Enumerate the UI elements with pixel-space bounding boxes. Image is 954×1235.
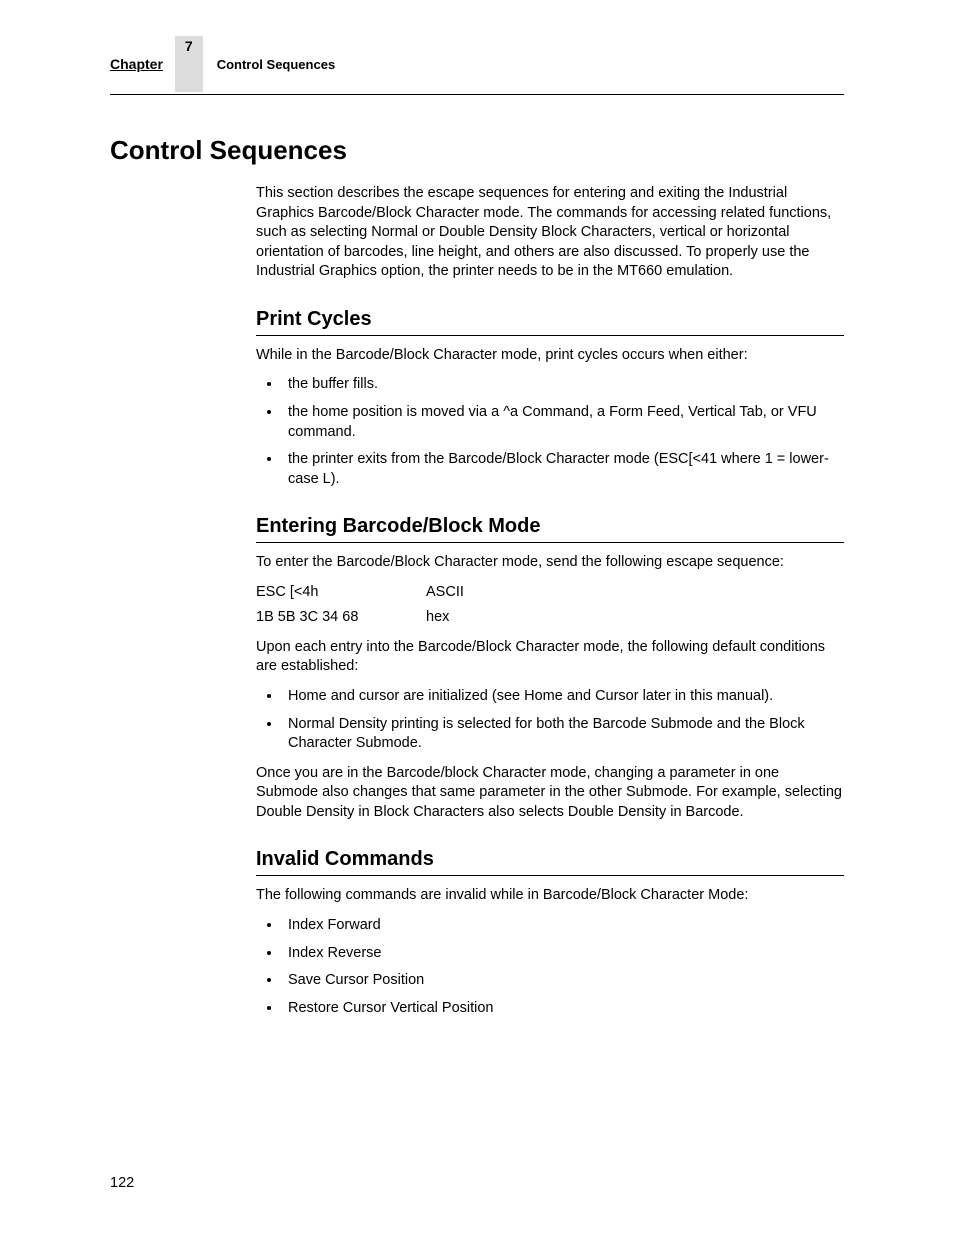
chapter-number-box: 7 <box>175 36 203 92</box>
section-title: Control Sequences <box>110 135 844 166</box>
seq-ascii-code: ESC [<4h <box>256 583 426 603</box>
entering-heading: Entering Barcode/Block Mode <box>256 513 844 543</box>
running-head: Chapter 7 Control Sequences <box>110 36 844 95</box>
entering-after: Upon each entry into the Barcode/Block C… <box>256 638 844 677</box>
print-cycles-heading: Print Cycles <box>256 306 844 336</box>
content: Control Sequences This section describes… <box>110 101 844 1018</box>
invalid-heading: Invalid Commands <box>256 846 844 876</box>
list-item: Index Forward <box>282 916 844 936</box>
invalid-lead: The following commands are invalid while… <box>256 886 844 906</box>
print-cycles-lead: While in the Barcode/Block Character mod… <box>256 346 844 366</box>
intro-paragraph: This section describes the escape sequen… <box>256 184 844 282</box>
list-item: the home position is moved via a ^a Comm… <box>282 403 844 442</box>
list-item: Save Cursor Position <box>282 971 844 991</box>
list-item: the printer exits from the Barcode/Block… <box>282 450 844 489</box>
seq-hex-code: 1B 5B 3C 34 68 <box>256 608 426 628</box>
table-row: ESC [<4h ASCII <box>256 583 844 603</box>
list-item: Restore Cursor Vertical Position <box>282 999 844 1019</box>
escape-sequence-table: ESC [<4h ASCII 1B 5B 3C 34 68 hex <box>256 583 844 628</box>
list-item: Home and cursor are initialized (see Hom… <box>282 687 844 707</box>
list-item: the buffer fills. <box>282 375 844 395</box>
seq-hex-label: hex <box>426 608 449 628</box>
page: Chapter 7 Control Sequences Control Sequ… <box>0 0 954 1235</box>
intro-block: This section describes the escape sequen… <box>256 184 844 1018</box>
chapter-label: Chapter <box>110 56 163 72</box>
page-number: 122 <box>110 1175 134 1191</box>
list-item: Normal Density printing is selected for … <box>282 715 844 754</box>
invalid-list: Index Forward Index Reverse Save Cursor … <box>256 916 844 1018</box>
running-section-name: Control Sequences <box>217 57 335 72</box>
list-item: Index Reverse <box>282 944 844 964</box>
entering-note: Once you are in the Barcode/block Charac… <box>256 764 844 823</box>
table-row: 1B 5B 3C 34 68 hex <box>256 608 844 628</box>
seq-ascii-label: ASCII <box>426 583 464 603</box>
entering-list: Home and cursor are initialized (see Hom… <box>256 687 844 754</box>
entering-lead: To enter the Barcode/Block Character mod… <box>256 553 844 573</box>
print-cycles-list: the buffer fills. the home position is m… <box>256 375 844 489</box>
